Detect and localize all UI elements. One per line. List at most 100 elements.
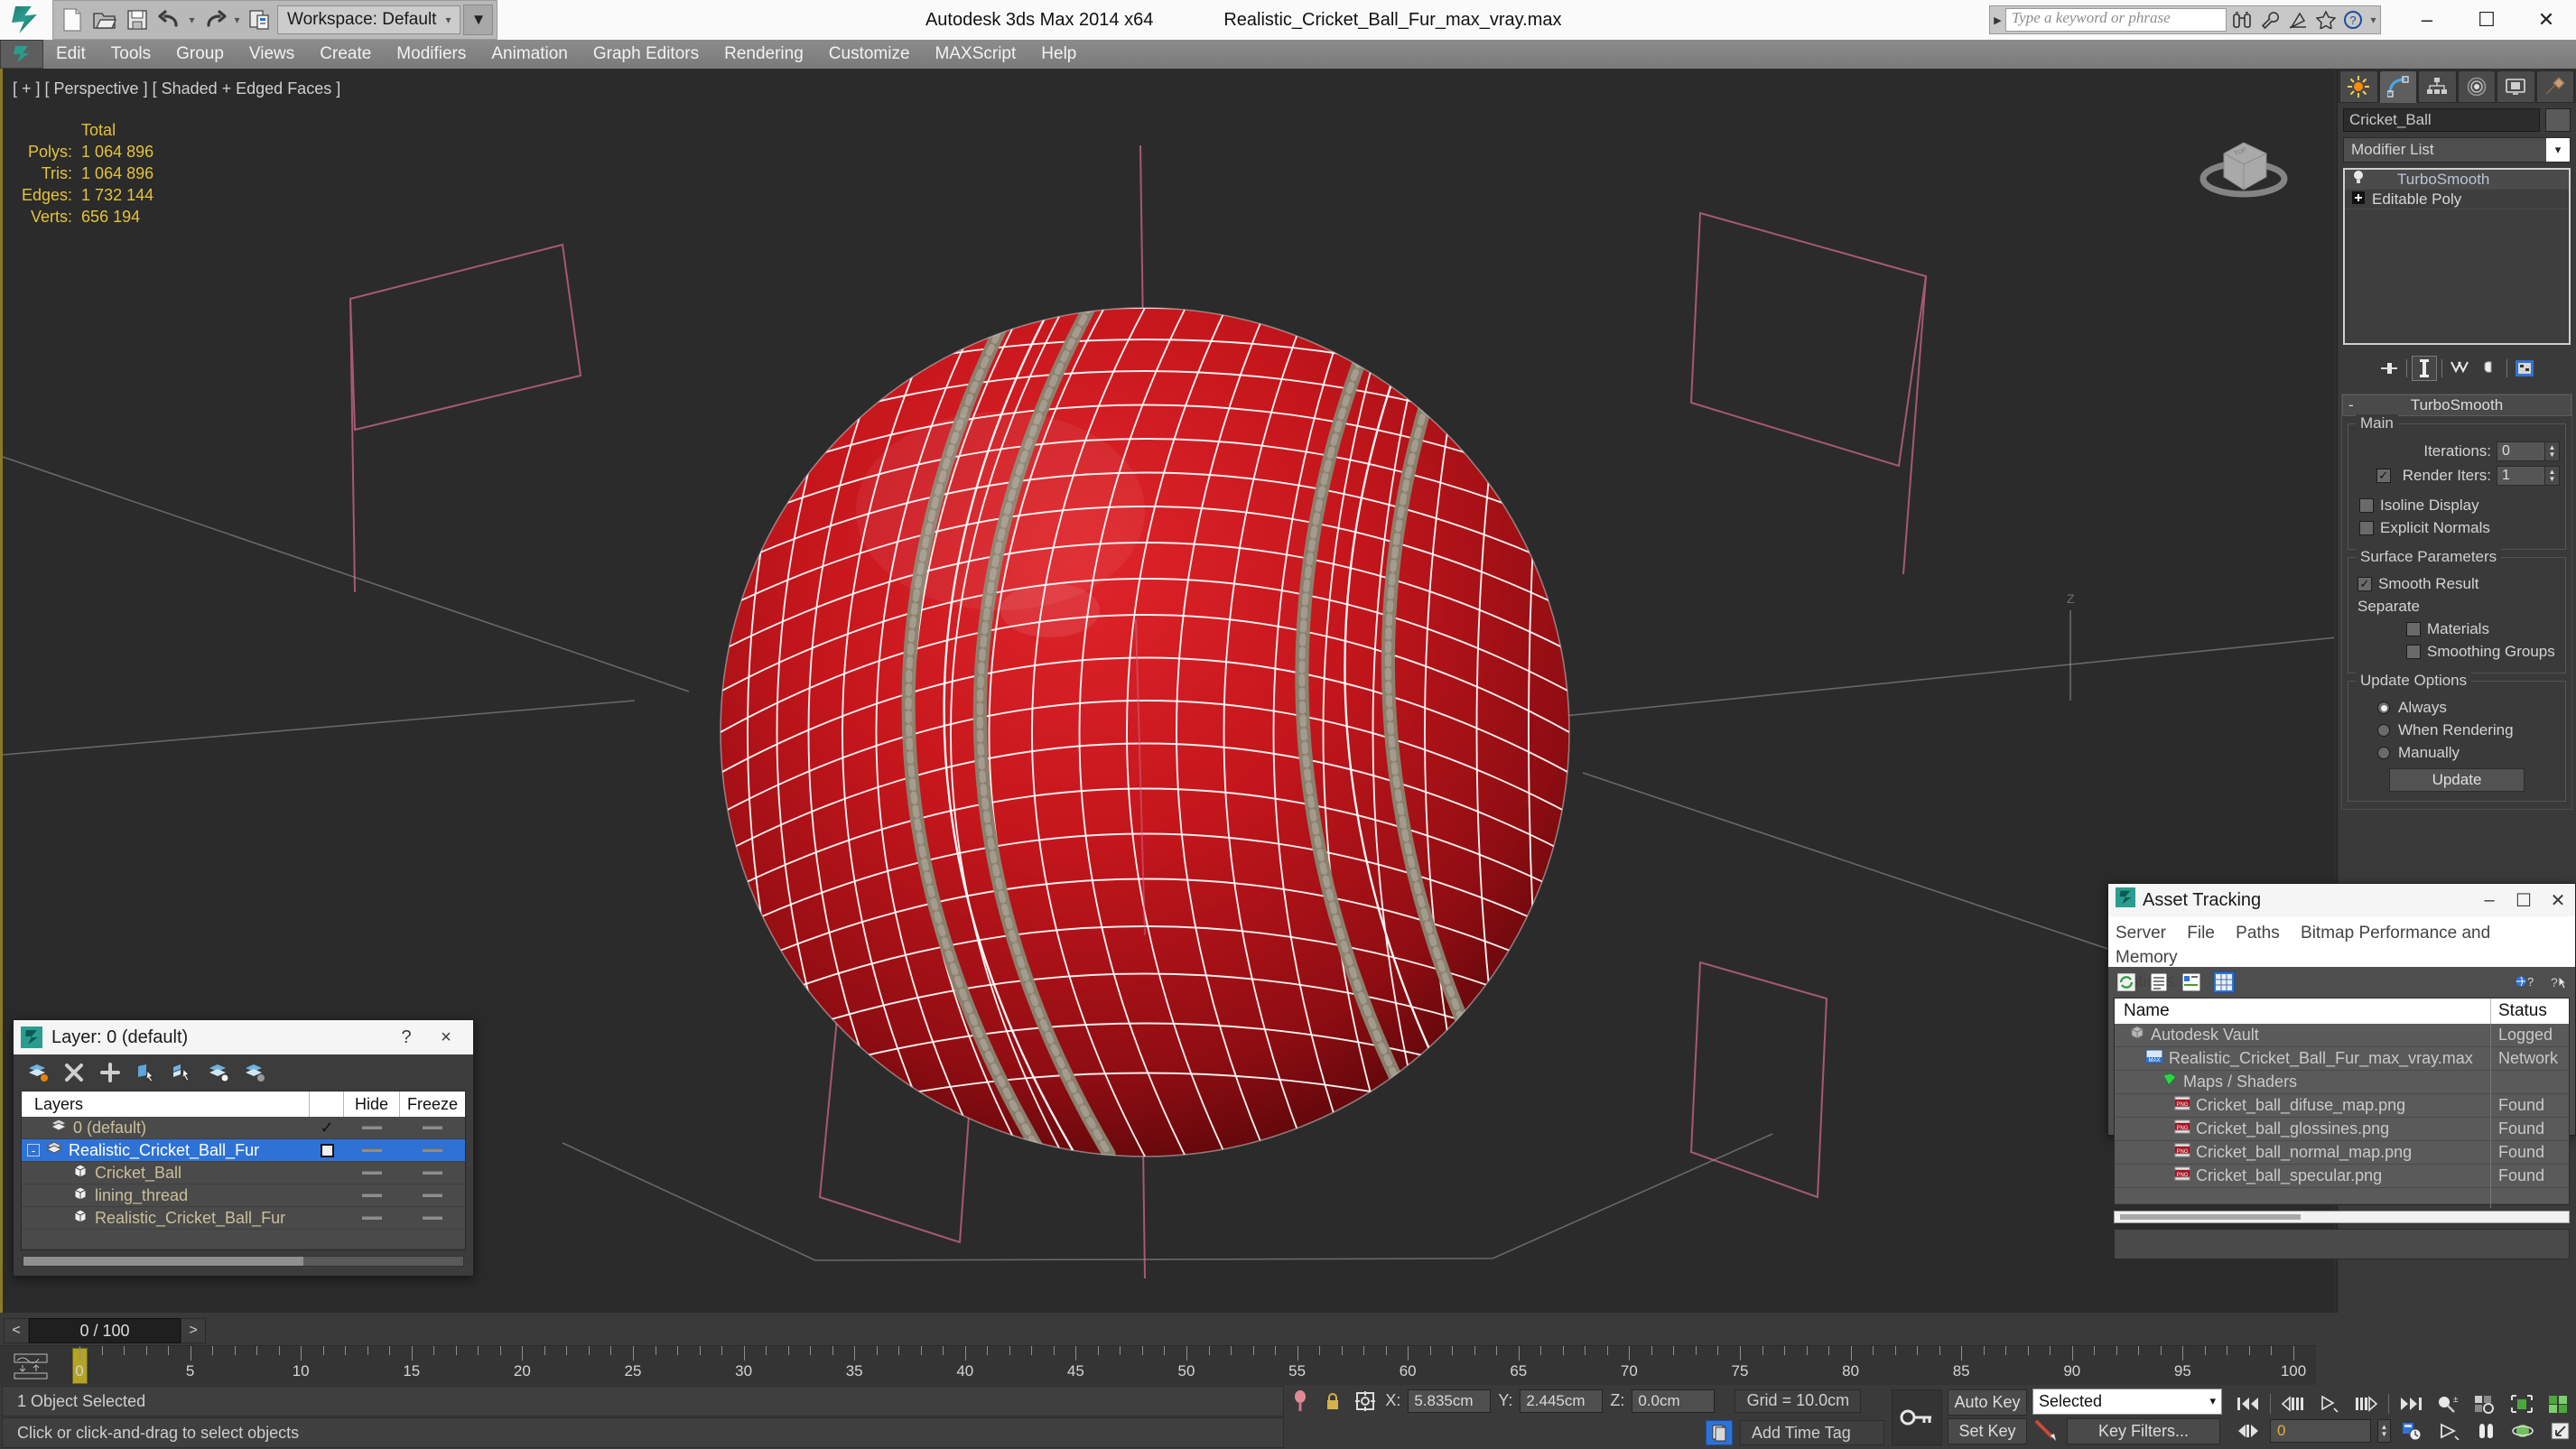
globe-help-icon[interactable]: ? [2514,971,2535,993]
asset-maximize-button[interactable]: ☐ [2506,884,2541,916]
asset-tracking-dialog[interactable]: Asset Tracking – ☐ ✕ Server File Paths B… [2107,883,2576,1259]
viewport-label[interactable]: [ + ] [ Perspective ] [ Shaded + Edged F… [13,79,340,98]
smoothing-groups-row[interactable]: Smoothing Groups [2354,643,2560,661]
wrench-icon[interactable] [2256,7,2283,33]
update-button[interactable]: Update [2389,768,2525,792]
refresh-icon[interactable] [2116,971,2137,993]
undo-icon[interactable] [154,5,184,35]
layer-freeze-cell[interactable] [400,1171,465,1175]
go-to-end-icon[interactable] [2395,1392,2426,1416]
set-key-button[interactable]: Set Key [1948,1418,2027,1444]
iterations-value[interactable]: 0 [2497,441,2545,461]
key-filters-button[interactable]: Key Filters... [2067,1418,2220,1444]
project-folder-icon[interactable] [245,5,274,35]
next-frame-button[interactable]: > [181,1318,206,1343]
zoom-extents-icon[interactable] [2506,1392,2537,1416]
layer-current-check[interactable]: ✓ [310,1119,344,1138]
layer-freeze-cell[interactable] [400,1216,465,1220]
menu-item-customize[interactable]: Customize [816,40,923,69]
when-rendering-row[interactable]: When Rendering [2354,721,2560,739]
smooth-result-row[interactable]: ✓ Smooth Result [2354,575,2560,593]
current-frame-field[interactable]: 0 [2270,1418,2371,1443]
asset-row[interactable]: Maps / Shaders [2115,1070,2569,1094]
menu-item-edit[interactable]: Edit [43,40,98,69]
next-frame-icon[interactable] [2351,1392,2382,1416]
show-end-result-icon[interactable] [2412,356,2437,381]
add-time-tag-label[interactable]: Add Time Tag [1740,1420,1884,1446]
collapse-icon[interactable]: - [2348,396,2354,414]
layer-horizontal-scrollbar[interactable] [23,1256,464,1267]
materials-row[interactable]: Materials [2354,620,2560,638]
asset-menu-file[interactable]: File [2187,924,2215,943]
field-of-view-icon[interactable] [2434,1419,2465,1443]
undo-dropdown-icon[interactable]: ▾ [187,5,197,35]
manually-radio[interactable] [2377,747,2390,759]
menu-item-create[interactable]: Create [307,40,384,69]
set-key-mode-icon[interactable] [2032,1417,2060,1446]
layer-dialog[interactable]: Layer: 0 (default) ? × Layers Hide Freez… [13,1019,474,1277]
asset-menu-server[interactable]: Server [2116,924,2166,943]
zoom-extents-all-icon[interactable] [2543,1392,2574,1416]
stack-item-editable-poly[interactable]: Editable Poly [2345,190,2569,209]
layer-hide-cell[interactable] [344,1126,400,1129]
search-input[interactable]: Type a keyword or phrase [2005,8,2227,32]
spinner-arrows-icon[interactable]: ▲ ▼ [2545,441,2560,461]
menu-item-rendering[interactable]: Rendering [711,40,816,69]
menu-item-group[interactable]: Group [163,40,237,69]
z-coordinate-field[interactable]: 0.0cm [1632,1389,1716,1413]
chevron-down-icon[interactable]: ▾ [2546,138,2570,162]
asset-row[interactable]: PNG Cricket_ball_glossines.png Found [2115,1117,2569,1141]
plus-box-icon[interactable] [2350,190,2367,209]
search-expand-icon[interactable]: ▶ [1992,14,2004,26]
go-to-start-icon[interactable] [2233,1392,2264,1416]
workspace-selector[interactable]: Workspace: Default ▾ [277,5,461,34]
make-unique-icon[interactable] [2447,356,2472,381]
track-bar-icon[interactable] [13,1353,49,1380]
key-mode-toggle-icon[interactable] [2233,1419,2264,1443]
menu-item-graph-editors[interactable]: Graph Editors [581,40,711,69]
menu-item-animation[interactable]: Animation [479,40,581,69]
layer-freeze-cell[interactable] [400,1126,465,1129]
open-file-icon[interactable] [89,5,119,35]
iterations-spinner[interactable]: 0 ▲ ▼ [2497,441,2560,461]
materials-checkbox[interactable] [2406,622,2421,636]
time-configuration-icon[interactable] [2397,1419,2428,1443]
orbit-icon[interactable] [2508,1419,2539,1443]
new-layer-icon[interactable] [98,1061,122,1084]
time-slider-ruler[interactable]: 0 5 10 15 20 25 30 35 40 45 50 55 60 65 70 75 80 85 90 95 10… [0,1345,2316,1385]
y-coordinate-field[interactable]: 2.445cm [1520,1389,1604,1413]
manually-row[interactable]: Manually [2354,744,2560,762]
hierarchy-tab[interactable] [2418,70,2457,103]
detail-view-icon[interactable] [2181,971,2202,993]
redo-dropdown-icon[interactable]: ▾ [232,5,242,35]
select-highlight-icon[interactable] [207,1061,230,1084]
help-icon[interactable]: ? [2340,7,2367,33]
layer-properties-icon[interactable] [243,1061,266,1084]
walkthrough-icon[interactable] [2471,1419,2502,1443]
object-color-swatch[interactable] [2545,108,2571,132]
add-selection-icon[interactable] [135,1061,158,1084]
explicit-normals-row[interactable]: Explicit Normals [2354,519,2560,537]
layer-hide-cell[interactable] [344,1194,400,1197]
utilities-tab[interactable] [2535,70,2574,103]
delete-layer-icon[interactable] [62,1061,86,1084]
isoline-display-checkbox[interactable] [2359,498,2374,513]
redo-icon[interactable] [200,5,229,35]
help-dropdown-icon[interactable]: ▾ [2368,5,2378,35]
expander-icon[interactable]: - [27,1144,40,1156]
key-mode-icon[interactable] [1892,1389,1942,1445]
object-name-field[interactable]: Cricket_Ball [2343,108,2540,132]
layer-freeze-cell[interactable] [400,1148,465,1152]
when-rendering-radio[interactable] [2377,724,2390,737]
spinner-arrows-icon[interactable]: ▲ ▼ [2545,466,2560,486]
asset-close-button[interactable]: ✕ [2541,884,2575,916]
zoom-icon[interactable]: ± [2432,1392,2463,1416]
app-logo[interactable] [0,0,51,40]
smooth-result-checkbox[interactable]: ✓ [2357,577,2372,591]
menu-item-modifiers[interactable]: Modifiers [384,40,479,69]
render-iters-spinner[interactable]: 1 ▲ ▼ [2497,466,2560,486]
always-radio[interactable] [2377,701,2390,714]
always-row[interactable]: Always [2354,699,2560,717]
asset-minimize-button[interactable]: – [2472,884,2506,916]
previous-frame-button[interactable]: < [4,1318,29,1343]
